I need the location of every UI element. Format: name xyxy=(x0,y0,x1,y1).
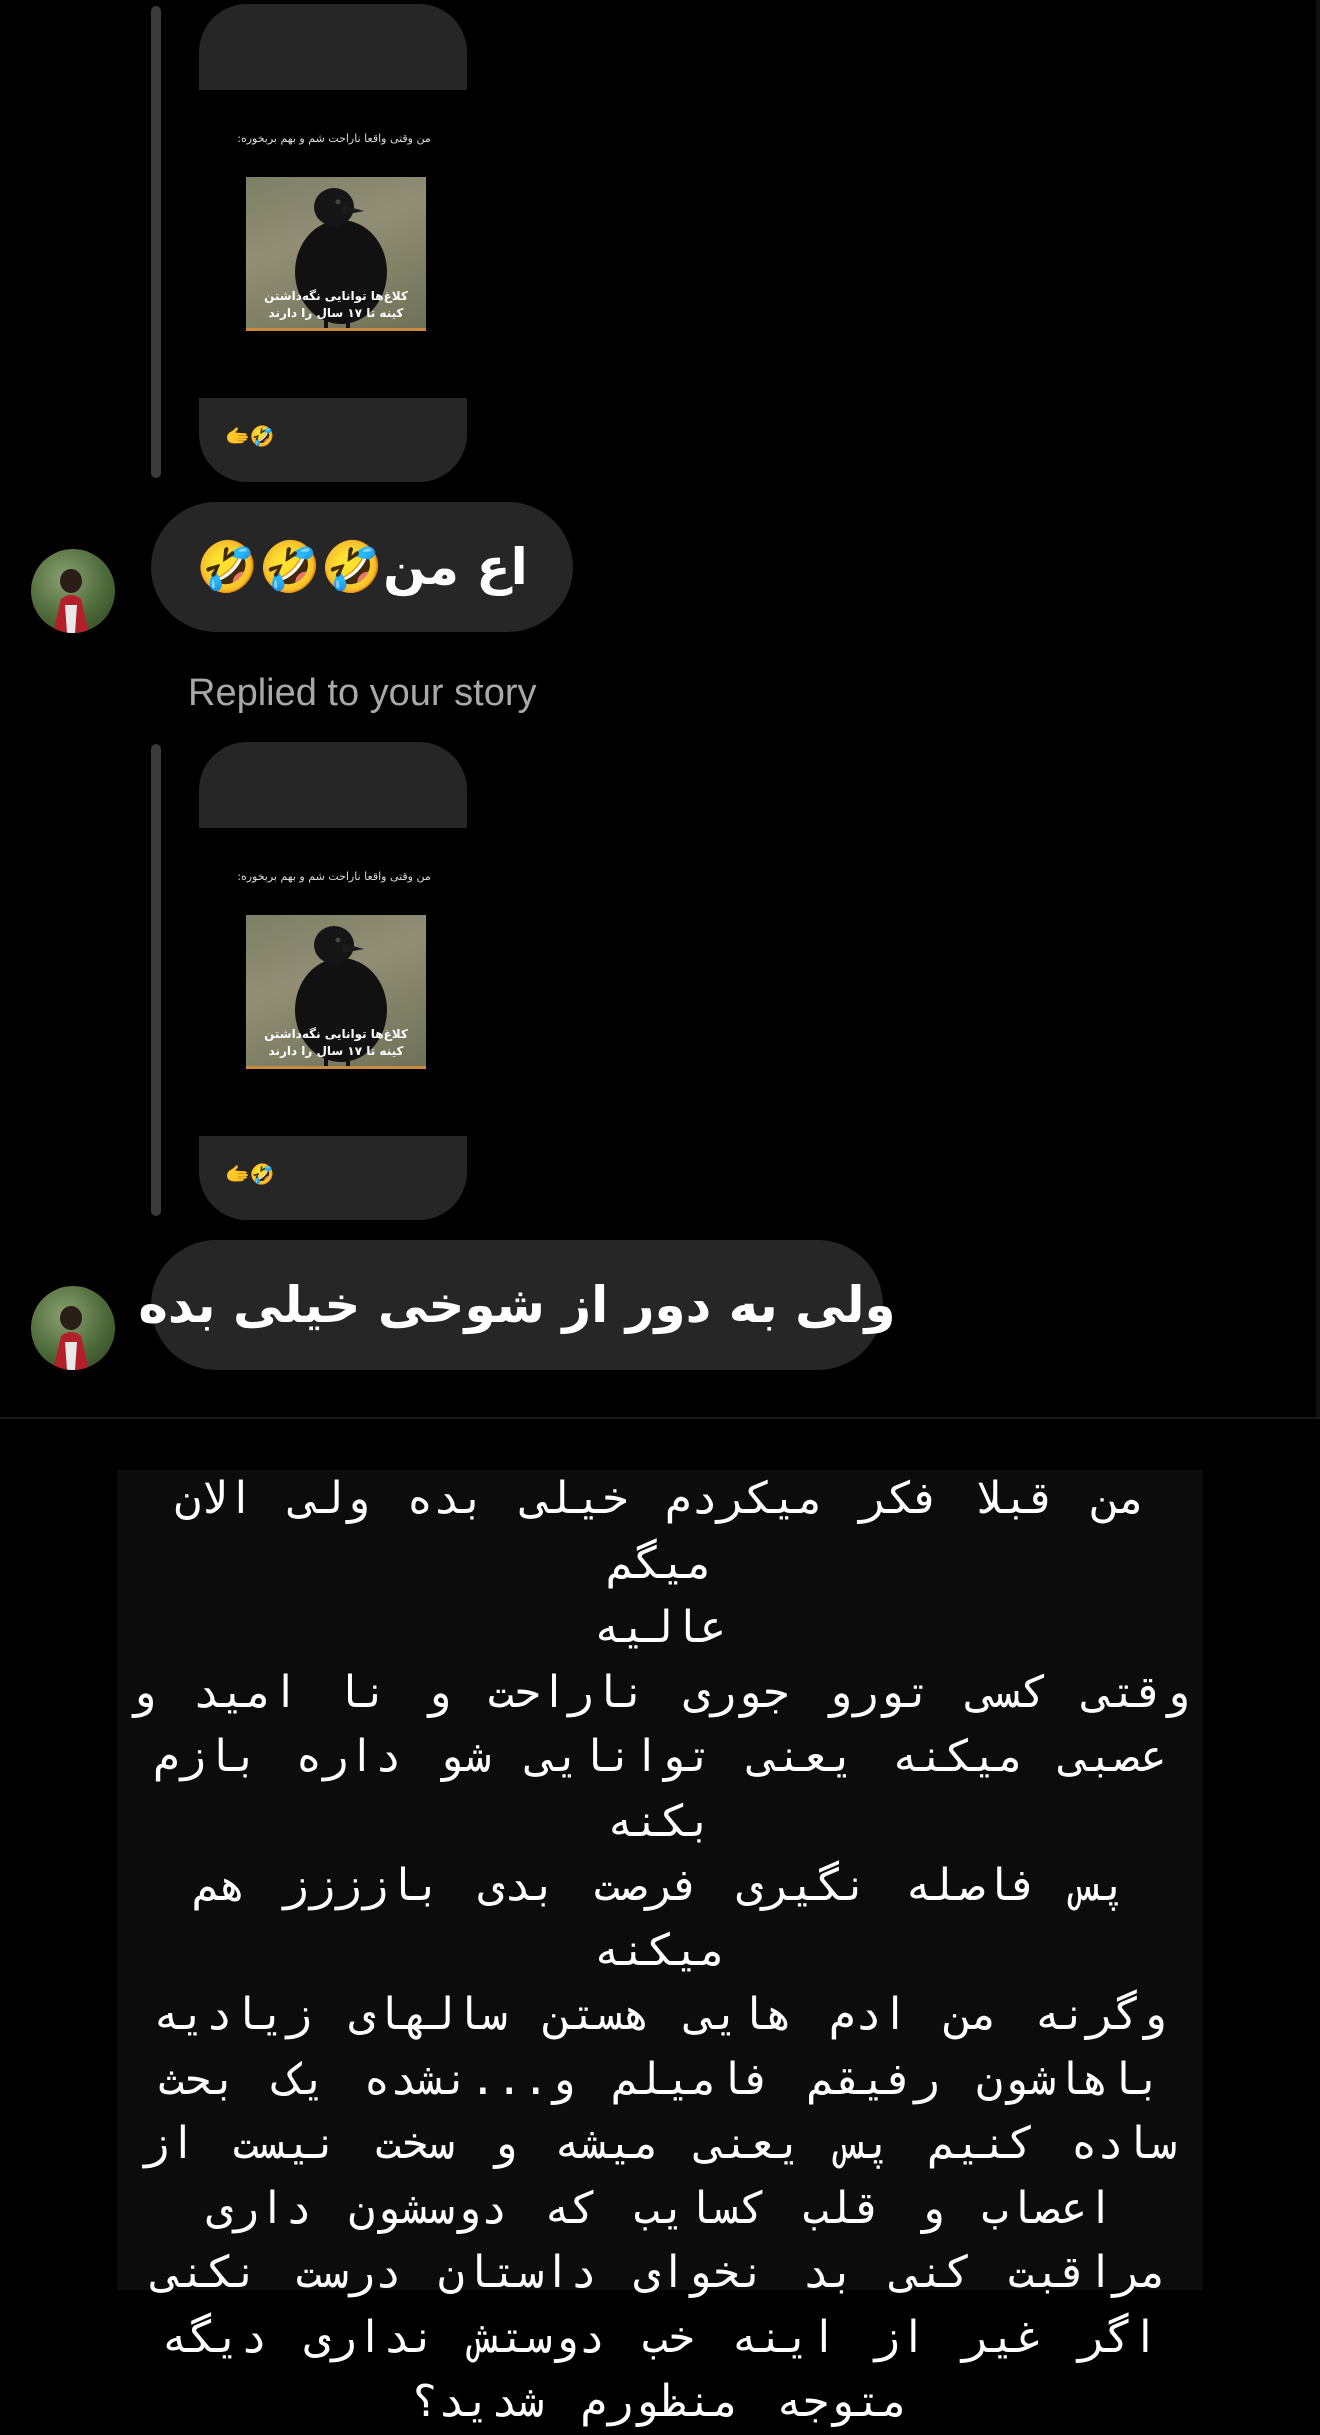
story-preview-bottom: 🫱🤣 xyxy=(199,398,467,482)
note-line: اعصاب و قلب کسایب که دوسشون داری xyxy=(206,2182,1114,2234)
story-preview-top xyxy=(199,742,467,828)
note-line: ساده کنیم پس یعنی میشه و سخت نیست از xyxy=(143,2118,1177,2169)
note-line: متوجه منظورم شدید؟ xyxy=(411,2376,909,2427)
story-reaction: 🫱🤣 xyxy=(225,1162,275,1186)
story-preview[interactable]: من وقتی واقعا ناراحت شم و بهم بربخوره: ک… xyxy=(199,742,467,1220)
note-line: عصبی میکنه یعنی توانایی شو داره بازم بکن… xyxy=(116,1731,1167,1847)
message-bubble[interactable]: اع من🤣🤣🤣 xyxy=(151,502,573,632)
story-preview[interactable]: من وقتی واقعا ناراحت شم و بهم بربخوره: ک… xyxy=(199,4,467,482)
message-text: اع من🤣🤣🤣 xyxy=(196,537,528,596)
divider xyxy=(0,1417,1320,1419)
story-reply-line xyxy=(151,744,161,1216)
story-preview-bottom: 🫱🤣 xyxy=(199,1136,467,1220)
note-line: باهاشون رفیقم فامیلم و...نشده یک بحث xyxy=(158,2053,1162,2105)
scrollbar[interactable] xyxy=(1316,0,1320,1417)
crow-photo: کلاغ‌ها توانایی نگه‌داشتن کینه تا ۱۷ سال… xyxy=(246,177,426,331)
note-text: من قبلا فکر میکردم خیلی بده ولی الان میگ… xyxy=(128,1467,1192,2435)
note-line: وقتی کسی تورو جوری ناراحت و نا امید و xyxy=(129,1666,1191,1718)
photo-text: کلاغ‌ها توانایی نگه‌داشتن کینه تا ۱۷ سال… xyxy=(264,1027,408,1058)
note-line: عالیه xyxy=(593,1602,727,1653)
replied-label: Replied to your story xyxy=(188,672,537,714)
note-line: پس فاصله نگیری فرصت بدی بازززز هم میکنه xyxy=(156,1860,1128,1976)
story-preview-body: من وقتی واقعا ناراحت شم و بهم بربخوره: ک… xyxy=(199,828,467,1136)
avatar-image xyxy=(53,569,89,633)
message-text: ولی به دور از شوخی خیلی بده xyxy=(138,1276,896,1334)
note-line: مراقبت کنی بد نخوای داستان درست نکنی xyxy=(153,2247,1167,2298)
story-preview-top xyxy=(199,4,467,90)
story-preview-body: من وقتی واقعا ناراحت شم و بهم بربخوره: ک… xyxy=(199,90,467,398)
avatar[interactable] xyxy=(31,549,115,633)
avatar[interactable] xyxy=(31,1286,115,1370)
crow-photo: کلاغ‌ها توانایی نگه‌داشتن کینه تا ۱۷ سال… xyxy=(246,915,426,1069)
photo-text: کلاغ‌ها توانایی نگه‌داشتن کینه تا ۱۷ سال… xyxy=(264,289,408,320)
story-caption: من وقتی واقعا ناراحت شم و بهم بربخوره: xyxy=(237,132,431,145)
story-caption: من وقتی واقعا ناراحت شم و بهم بربخوره: xyxy=(237,870,431,883)
message-bubble[interactable]: ولی به دور از شوخی خیلی بده xyxy=(138,1240,896,1370)
story-reaction: 🫱🤣 xyxy=(225,424,275,448)
note-line: وگرنه من ادم هایی هستن سالهای زیادیه xyxy=(153,1989,1167,2040)
story-reply-line xyxy=(151,6,161,478)
note-line: من قبلا فکر میکردم خیلی بده ولی الان میگ… xyxy=(138,1473,1146,1589)
avatar-image xyxy=(53,1306,89,1370)
note-line: اگر غیر از اینه خب دوستش نداری دیگه xyxy=(161,2311,1159,2363)
